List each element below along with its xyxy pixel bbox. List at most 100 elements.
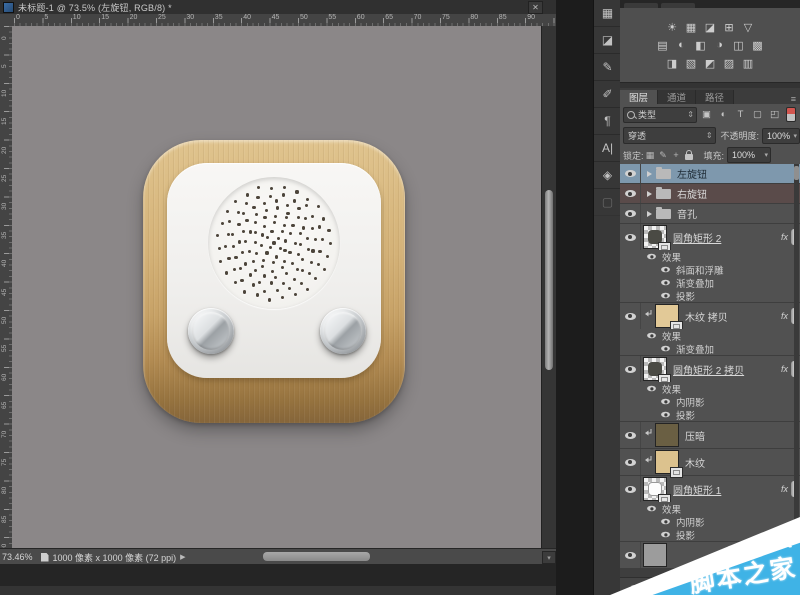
color-lookup-icon[interactable]: ▩ (749, 38, 766, 53)
layer-row[interactable] (620, 542, 800, 568)
layers-panel-scrollbar[interactable] (794, 164, 799, 577)
layer-thumbnail[interactable] (655, 450, 683, 478)
visibility-eye-icon[interactable] (624, 170, 636, 177)
vertical-scrollbar[interactable] (541, 26, 557, 548)
visibility-eye-icon[interactable] (661, 345, 670, 352)
layer-thumbnail[interactable] (643, 477, 671, 505)
visibility-eye-icon[interactable] (624, 458, 636, 466)
close-icon[interactable]: ✕ (528, 1, 543, 14)
visibility-cell[interactable] (620, 356, 641, 382)
layer-row[interactable]: 木纹 拷贝 fx (620, 303, 800, 332)
visibility-cell[interactable] (620, 449, 641, 475)
filter-toggle-switch[interactable] (786, 107, 796, 122)
layer-thumbnail[interactable] (643, 543, 667, 567)
effect-row[interactable]: 投影 (620, 289, 800, 303)
brush-presets-panel-icon[interactable]: ✐ (594, 81, 621, 108)
visibility-eye-icon[interactable] (624, 210, 636, 217)
visibility-cell[interactable] (620, 224, 641, 250)
layer-row[interactable]: 压暗 (620, 422, 800, 448)
scrollbar-corner-icon[interactable]: ▾ (542, 551, 556, 564)
filter-shape-layers-icon[interactable]: ▢ (750, 108, 765, 122)
visibility-eye-icon[interactable] (647, 332, 656, 339)
tab-图层[interactable]: 图层 (620, 90, 659, 104)
visibility-eye-icon[interactable] (661, 411, 670, 418)
visibility-cell[interactable] (620, 204, 641, 223)
channel-mixer-icon[interactable]: ◫ (730, 38, 747, 53)
black-white-icon[interactable]: ◧ (692, 38, 709, 53)
visibility-cell[interactable] (620, 422, 641, 448)
visibility-eye-icon[interactable] (661, 266, 670, 273)
blend-mode-dropdown[interactable]: 穿透 ⇕ (623, 127, 716, 144)
expand-triangle-icon[interactable] (647, 190, 652, 197)
visibility-cell[interactable] (620, 476, 641, 502)
layer-name[interactable]: 音孔 (677, 206, 697, 221)
visibility-eye-icon[interactable] (661, 292, 670, 299)
threshold-icon[interactable]: ◩ (702, 56, 719, 71)
group-row[interactable]: 左旋钮 (620, 164, 800, 183)
new-layer-icon[interactable]: ▢ (677, 582, 686, 593)
color-balance-icon[interactable]: ◐ (673, 38, 690, 53)
effect-row[interactable]: 渐变叠加 (620, 342, 800, 356)
visibility-cell[interactable] (620, 303, 641, 329)
character-panel-icon[interactable]: A| (594, 135, 621, 162)
adjustments-panel-icon[interactable]: ▦ (594, 0, 621, 27)
link-layers-icon[interactable]: ⊂ (630, 582, 638, 593)
panel-menu-icon[interactable]: ≡ (791, 94, 796, 104)
opacity-dropdown[interactable]: 100% ▾ (762, 127, 800, 144)
styles-panel-icon[interactable]: ◪ (594, 27, 621, 54)
layer-name[interactable]: 圆角矩形 2 (673, 230, 721, 245)
layer-row[interactable]: 圆角矩形 1 fx (620, 476, 800, 505)
effect-name[interactable]: 投影 (676, 289, 695, 303)
visibility-cell[interactable] (620, 184, 641, 203)
invert-icon[interactable]: ◨ (664, 56, 681, 71)
filter-adjustment-layers-icon[interactable]: ◐ (716, 108, 731, 122)
3d-panel-icon[interactable]: ◈ (594, 162, 621, 189)
vibrance-icon[interactable]: ▽ (740, 20, 757, 35)
effect-row[interactable]: 效果 (620, 502, 800, 516)
filter-type-layers-icon[interactable]: T (733, 108, 748, 122)
brightness-contrast-icon[interactable]: ☀ (664, 20, 681, 35)
curves-icon[interactable]: ◪ (702, 20, 719, 35)
effect-name[interactable]: 投影 (676, 528, 695, 542)
effect-row[interactable]: 斜面和浮雕 (620, 263, 800, 277)
layer-name[interactable]: 圆角矩形 2 拷贝 (673, 362, 744, 377)
effect-name[interactable]: 内阴影 (676, 515, 705, 529)
visibility-eye-icon[interactable] (624, 365, 636, 373)
layer-name[interactable]: 左旋钮 (677, 166, 707, 181)
canvas[interactable] (12, 26, 541, 548)
layer-name[interactable]: 木纹 拷贝 (685, 309, 728, 324)
layer-name[interactable]: 压暗 (685, 428, 705, 443)
group-row[interactable]: 右旋钮 (620, 184, 800, 203)
layer-thumbnail[interactable] (655, 304, 683, 332)
effect-row[interactable]: 投影 (620, 528, 800, 542)
filter-pixel-layers-icon[interactable]: ▣ (699, 108, 714, 122)
visibility-eye-icon[interactable] (661, 531, 670, 538)
effect-row[interactable]: 效果 (620, 250, 800, 264)
expand-triangle-icon[interactable] (647, 170, 652, 177)
fx-badge[interactable]: fx (781, 484, 788, 494)
effect-row[interactable]: 渐变叠加 (620, 276, 800, 290)
effects-header-label[interactable]: 效果 (662, 382, 681, 396)
status-expander-icon[interactable]: ▶ (180, 553, 185, 561)
layer-name[interactable]: 木纹 (685, 455, 705, 470)
effect-row[interactable]: 内阴影 (620, 515, 800, 529)
effect-name[interactable]: 斜面和浮雕 (676, 263, 724, 277)
visibility-eye-icon[interactable] (661, 279, 670, 286)
brush-panel-icon[interactable]: ✎ (594, 54, 621, 81)
vertical-scrollbar-thumb[interactable] (545, 190, 553, 370)
expand-triangle-icon[interactable] (647, 210, 652, 217)
exposure-icon[interactable]: ⊞ (721, 20, 738, 35)
selective-color-icon[interactable]: ▥ (740, 56, 757, 71)
layer-name[interactable]: 圆角矩形 1 (673, 482, 721, 497)
filter-smart-objects-icon[interactable]: ◰ (767, 108, 782, 122)
lock-transparency-icon[interactable]: ▦ (644, 150, 657, 161)
gradient-map-icon[interactable]: ▨ (721, 56, 738, 71)
layer-style-icon[interactable]: fx (646, 582, 653, 592)
effect-row[interactable]: 内阴影 (620, 395, 800, 409)
horizontal-scrollbar-thumb[interactable] (263, 552, 370, 561)
layer-thumbnail[interactable] (655, 423, 679, 447)
photo-filter-icon[interactable]: ◑ (711, 38, 728, 53)
visibility-eye-icon[interactable] (624, 312, 636, 320)
group-row[interactable]: 音孔 (620, 204, 800, 223)
visibility-eye-icon[interactable] (624, 431, 636, 439)
